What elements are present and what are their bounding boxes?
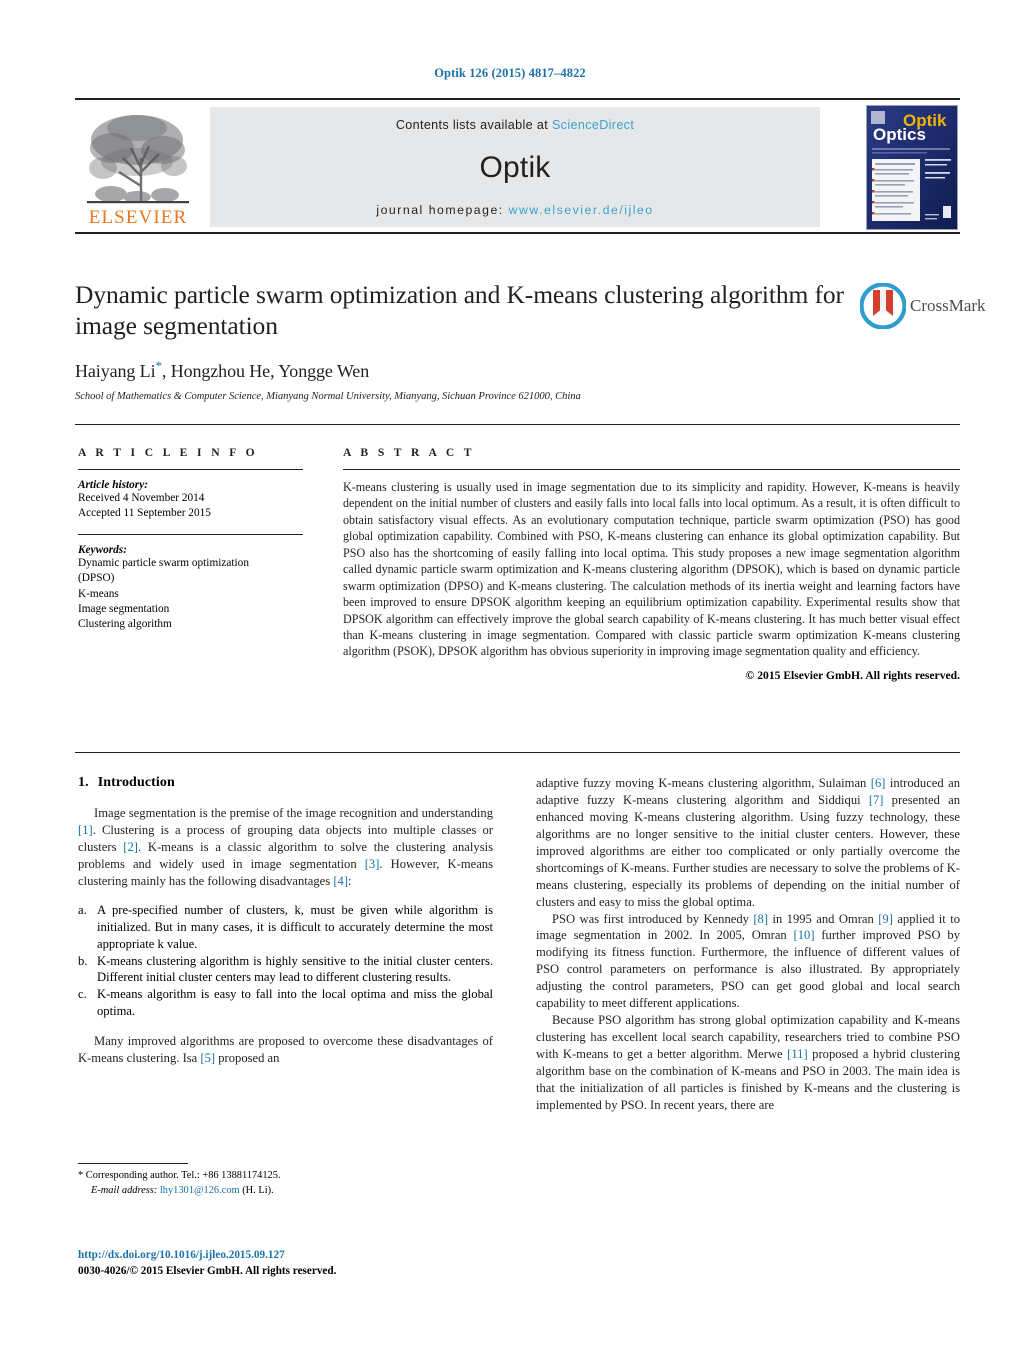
title-block: Dynamic particle swarm optimization and … bbox=[75, 280, 845, 402]
journal-masthead: ELSEVIER Contents lists available at Sci… bbox=[75, 98, 960, 234]
abstract-copyright: © 2015 Elsevier GmbH. All rights reserve… bbox=[745, 668, 960, 682]
crossmark-label: CrossMark bbox=[910, 296, 986, 315]
intro-paragraph-4: PSO was first introduced by Kennedy [8] … bbox=[536, 911, 960, 1013]
list-item-text: K-means algorithm is easy to fall into t… bbox=[97, 987, 493, 1019]
article-info-heading: A R T I C L E I N F O bbox=[78, 446, 259, 459]
divider-above-abstract bbox=[75, 424, 960, 425]
corresponding-author-footnote: * Corresponding author. Tel.: +86 138811… bbox=[78, 1163, 493, 1199]
keyword-item: Image segmentation bbox=[78, 602, 170, 615]
footnote-rule bbox=[78, 1163, 188, 1164]
contents-prefix: Contents lists available at bbox=[395, 118, 549, 132]
abstract-heading: A B S T R A C T bbox=[343, 446, 475, 459]
intro-p2-b: proposed an bbox=[215, 1051, 280, 1066]
keyword-item: K-means bbox=[78, 587, 119, 600]
intro-p1-a: Image segmentation is the premise of the… bbox=[94, 806, 493, 820]
abstract-rule bbox=[343, 469, 960, 470]
footer-doi-block: http://dx.doi.org/10.1016/j.ijleo.2015.0… bbox=[78, 1248, 508, 1279]
list-item-text: K-means clustering algorithm is highly s… bbox=[97, 953, 493, 985]
footnote-corresponding: * Corresponding author. Tel.: +86 138811… bbox=[78, 1170, 281, 1181]
keyword-item: Dynamic particle swarm optimization bbox=[78, 557, 249, 570]
citation-1[interactable]: [1] bbox=[78, 823, 93, 837]
abstract-text: K-means clustering is usually used in im… bbox=[343, 480, 960, 659]
paper-page: Optik 126 (2015) 4817–4822 ELSEVIER Cont… bbox=[0, 0, 1020, 1351]
article-info-column: A R T I C L E I N F O Article history: R… bbox=[78, 446, 303, 632]
keywords-rule bbox=[78, 534, 303, 536]
affiliation: School of Mathematics & Computer Science… bbox=[75, 391, 581, 403]
article-info-rule bbox=[78, 469, 303, 470]
intro-paragraph-3: adaptive fuzzy moving K-means clustering… bbox=[536, 775, 960, 911]
list-marker: b. bbox=[78, 953, 88, 968]
author-primary: Haiyang Li bbox=[75, 361, 156, 382]
intro-p3-a: adaptive fuzzy moving K-means clustering… bbox=[536, 776, 871, 790]
body-column-left: 1. Introduction Image segmentation is the… bbox=[78, 775, 493, 1067]
citation-5[interactable]: [5] bbox=[200, 1051, 215, 1065]
citation-7[interactable]: [7] bbox=[869, 793, 884, 807]
author-rest: , Hongzhou He, Yongge Wen bbox=[161, 361, 370, 382]
intro-paragraph-2: Many improved algorithms are proposed to… bbox=[78, 1033, 493, 1067]
intro-p1-e: : bbox=[348, 873, 352, 888]
page-title: Dynamic particle swarm optimization and … bbox=[75, 280, 844, 340]
cover-artwork-icon: Optik Optics bbox=[867, 106, 957, 229]
body-column-right: adaptive fuzzy moving K-means clustering… bbox=[536, 775, 960, 1114]
elsevier-logo: ELSEVIER bbox=[79, 106, 197, 228]
intro-p3-c: presented an enhanced moving K-means clu… bbox=[536, 792, 960, 909]
citation-6[interactable]: [6] bbox=[871, 776, 886, 790]
footnote-email-suffix: (H. Li). bbox=[242, 1184, 274, 1196]
article-history-heading: Article history: bbox=[78, 479, 148, 491]
list-marker: a. bbox=[78, 902, 87, 917]
section-title: Introduction bbox=[97, 775, 175, 790]
citation-3[interactable]: [3] bbox=[365, 857, 380, 871]
journal-band: Contents lists available at ScienceDirec… bbox=[210, 107, 820, 227]
footnote-email-line: E-mail address: lhy1301@126.com (H. Li). bbox=[78, 1184, 493, 1199]
keyword-item: Clustering algorithm bbox=[78, 617, 172, 630]
elsevier-wordmark: ELSEVIER bbox=[88, 207, 188, 228]
citation-10[interactable]: [10] bbox=[794, 928, 815, 942]
intro-p2-a: Many improved algorithms are proposed to… bbox=[78, 1034, 493, 1066]
intro-p4-b: in 1995 and Omran bbox=[768, 911, 879, 926]
list-item: a. A pre-specified number of clusters, k,… bbox=[78, 902, 493, 953]
issn-copyright-line: 0030-4026/© 2015 Elsevier GmbH. All righ… bbox=[78, 1264, 337, 1277]
citation-2[interactable]: [2] bbox=[123, 840, 138, 854]
divider-below-abstract bbox=[75, 752, 960, 753]
citation-11[interactable]: [11] bbox=[787, 1047, 808, 1061]
article-history-received: Received 4 November 2014 bbox=[78, 492, 205, 504]
keyword-item: (DPSO) bbox=[78, 572, 115, 585]
intro-paragraph-5: Because PSO algorithm has strong global … bbox=[536, 1012, 960, 1114]
journal-title: Optik bbox=[479, 151, 551, 184]
footnote-email-label: E-mail address: bbox=[91, 1184, 158, 1196]
doi-link[interactable]: http://dx.doi.org/10.1016/j.ijleo.2015.0… bbox=[78, 1248, 508, 1264]
list-item: b. K-means clustering algorithm is highly… bbox=[78, 953, 493, 987]
intro-paragraph-1: Image segmentation is the premise of the… bbox=[78, 805, 493, 890]
sciencedirect-link[interactable]: ScienceDirect bbox=[552, 118, 634, 132]
journal-cover-thumbnail: Optik Optics bbox=[866, 105, 958, 230]
disadvantages-list: a. A pre-specified number of clusters, k,… bbox=[78, 902, 493, 1021]
contents-available-line: Contents lists available at ScienceDirec… bbox=[210, 118, 820, 132]
citation-4[interactable]: [4] bbox=[333, 874, 348, 888]
keywords-heading: Keywords: bbox=[78, 544, 127, 557]
list-marker: c. bbox=[78, 987, 87, 1002]
crossmark-icon bbox=[859, 282, 907, 330]
journal-homepage-line: journal homepage: www.elsevier.de/ijleo bbox=[210, 203, 820, 217]
footnote-email-link[interactable]: lhy1301@126.com bbox=[160, 1185, 240, 1196]
crossmark-badge[interactable]: CrossMark bbox=[859, 282, 986, 335]
intro-p4-a: PSO was first introduced by Kennedy bbox=[552, 911, 754, 926]
homepage-prefix: journal homepage: bbox=[376, 203, 504, 217]
list-item-text: A pre-specified number of clusters, k, m… bbox=[97, 902, 493, 951]
citation-9[interactable]: [9] bbox=[878, 912, 893, 926]
svg-text:Optics: Optics bbox=[873, 125, 926, 144]
article-history-accepted: Accepted 11 September 2015 bbox=[78, 507, 211, 520]
running-head: Optik 126 (2015) 4817–4822 bbox=[434, 66, 586, 80]
homepage-url-link[interactable]: www.elsevier.de/ijleo bbox=[509, 203, 654, 217]
section-number: 1. bbox=[78, 775, 89, 790]
author-list: Haiyang Li*, Hongzhou He, Yongge Wen bbox=[75, 358, 845, 382]
abstract-column: A B S T R A C T K-means clustering is us… bbox=[343, 446, 960, 682]
citation-8[interactable]: [8] bbox=[753, 912, 768, 926]
section-heading-introduction: 1. Introduction bbox=[78, 775, 493, 791]
list-item: c. K-means algorithm is easy to fall into… bbox=[78, 986, 493, 1020]
